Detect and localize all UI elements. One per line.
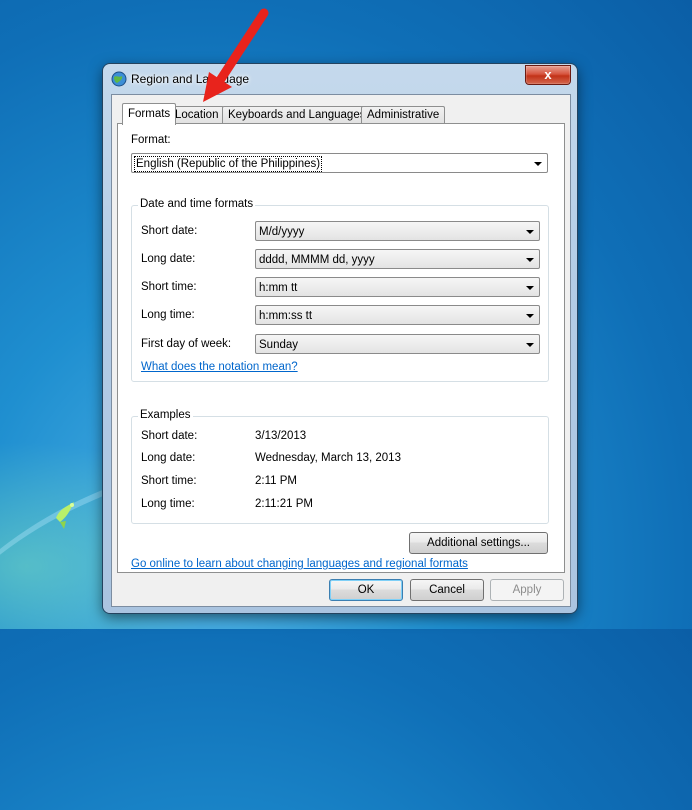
example-short-date-label: Short date: (141, 430, 198, 442)
date-time-formats-group: Date and time formats Short date: M/d/yy… (131, 198, 549, 382)
first-day-of-week-dropdown[interactable]: Sunday (255, 334, 540, 354)
window-title: Region and Language (131, 72, 250, 86)
short-date-dropdown[interactable]: M/d/yyyy (255, 221, 540, 241)
apply-button[interactable]: Apply (490, 579, 564, 601)
notation-help-link[interactable]: What does the notation mean? (141, 361, 298, 373)
close-icon: x (544, 67, 552, 82)
tab-formats[interactable]: Formats (122, 103, 177, 125)
tab-administrative[interactable]: Administrative (361, 106, 446, 124)
tab-label: Administrative (367, 109, 440, 121)
example-long-date-label: Long date: (141, 452, 196, 464)
short-date-label: Short date: (141, 225, 198, 237)
first-day-of-week-label: First day of week: (141, 338, 232, 350)
long-time-dropdown[interactable]: h:mm:ss tt (255, 305, 540, 325)
chevron-down-icon (526, 314, 534, 318)
format-dropdown[interactable]: English (Republic of the Philippines) (131, 153, 548, 173)
tab-label: Location (175, 109, 219, 121)
examples-group: Examples Short date: 3/13/2013 Long date… (131, 409, 549, 524)
tab-location[interactable]: Location (169, 106, 225, 124)
globe-icon (111, 71, 127, 87)
long-date-dropdown[interactable]: dddd, MMMM dd, yyyy (255, 249, 540, 269)
formats-tab-panel: Format: English (Republic of the Philipp… (117, 123, 565, 573)
chevron-down-icon (526, 286, 534, 290)
short-date-value: M/d/yyyy (259, 226, 305, 238)
chevron-down-icon (534, 162, 542, 166)
tab-keyboards-languages[interactable]: Keyboards and Languages (222, 106, 372, 124)
group-title: Date and time formats (138, 198, 256, 210)
additional-settings-button[interactable]: Additional settings... (409, 532, 548, 554)
short-time-value: h:mm tt (259, 282, 298, 294)
cancel-button[interactable]: Cancel (410, 579, 484, 601)
group-title: Examples (138, 409, 193, 421)
chevron-down-icon (526, 343, 534, 347)
short-time-label: Short time: (141, 281, 197, 293)
example-long-date-value: Wednesday, March 13, 2013 (255, 452, 401, 464)
first-day-of-week-value: Sunday (259, 339, 299, 351)
format-label: Format: (131, 134, 171, 146)
tab-label: Keyboards and Languages (228, 109, 366, 121)
long-time-label: Long time: (141, 309, 195, 321)
chevron-down-icon (526, 230, 534, 234)
format-value: English (Republic of the Philippines) (134, 156, 323, 172)
ok-button[interactable]: OK (329, 579, 403, 601)
example-short-time-value: 2:11 PM (255, 475, 297, 487)
bird-logo-icon (56, 502, 74, 529)
chevron-down-icon (526, 258, 534, 262)
example-long-time-value: 2:11:21 PM (255, 498, 313, 510)
example-short-time-label: Short time: (141, 475, 197, 487)
long-date-label: Long date: (141, 253, 196, 265)
close-button[interactable]: x (525, 65, 571, 85)
short-time-dropdown[interactable]: h:mm tt (255, 277, 540, 297)
title-bar[interactable]: Region and Language x (103, 64, 577, 92)
long-date-value: dddd, MMMM dd, yyyy (259, 254, 375, 266)
example-long-time-label: Long time: (141, 498, 195, 510)
tab-label: Formats (128, 108, 171, 120)
dialog-client-area: Formats Location Keyboards and Languages… (111, 94, 571, 607)
go-online-link[interactable]: Go online to learn about changing langua… (131, 558, 468, 570)
long-time-value: h:mm:ss tt (259, 310, 313, 322)
example-short-date-value: 3/13/2013 (255, 430, 307, 442)
region-language-dialog: Region and Language x Formats Location K… (103, 64, 577, 613)
